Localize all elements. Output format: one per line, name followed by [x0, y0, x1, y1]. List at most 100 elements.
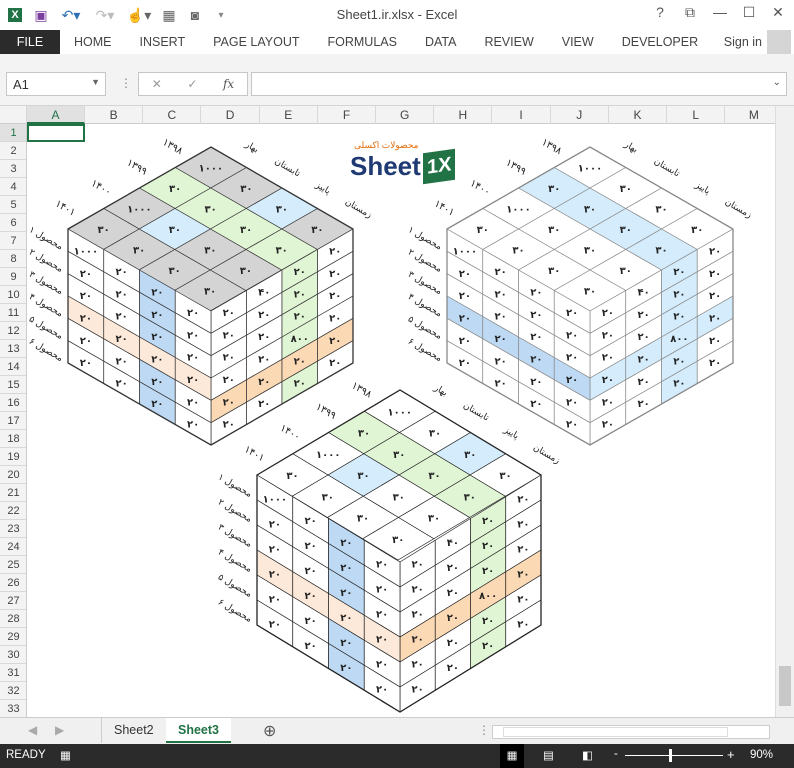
row-header-16[interactable]: 16 [0, 394, 26, 412]
avatar[interactable] [767, 30, 791, 54]
column-header-k[interactable]: K [609, 106, 667, 124]
column-header-g[interactable]: G [376, 106, 435, 124]
cancel-icon[interactable]: ✕ [152, 77, 162, 91]
row-header-4[interactable]: 4 [0, 178, 26, 196]
tab-view[interactable]: VIEW [548, 30, 608, 54]
row-header-1[interactable]: 1 [0, 124, 26, 142]
column-header-h[interactable]: H [434, 106, 493, 124]
row-header-22[interactable]: 22 [0, 502, 26, 520]
vertical-scrollbar[interactable] [775, 106, 794, 717]
select-all-button[interactable] [0, 106, 27, 124]
row-header-23[interactable]: 23 [0, 520, 26, 538]
macro-record-icon[interactable]: ▦ [60, 748, 71, 762]
calculator-icon[interactable]: ▦ [158, 4, 180, 26]
cube2-season-label: بهار [622, 139, 640, 155]
row-header-6[interactable]: 6 [0, 214, 26, 232]
help-button[interactable]: ? [648, 4, 672, 20]
row-header-25[interactable]: 25 [0, 556, 26, 574]
zoom-slider-thumb[interactable] [669, 749, 672, 762]
tab-file[interactable]: FILE [0, 30, 60, 54]
row-header-27[interactable]: 27 [0, 592, 26, 610]
sign-in-link[interactable]: Sign in [724, 35, 762, 49]
customize-toolbar-icon[interactable]: ▾ [210, 4, 232, 26]
row-header-24[interactable]: 24 [0, 538, 26, 556]
row-header-11[interactable]: 11 [0, 304, 26, 322]
tab-home[interactable]: HOME [60, 30, 126, 54]
tab-insert[interactable]: INSERT [126, 30, 200, 54]
row-header-3[interactable]: 3 [0, 160, 26, 178]
row-header-2[interactable]: 2 [0, 142, 26, 160]
chevron-down-icon[interactable]: ▼ [91, 77, 100, 87]
column-header-a[interactable]: A [27, 106, 85, 124]
active-cell[interactable] [27, 124, 85, 142]
column-header-d[interactable]: D [202, 106, 260, 124]
row-header-7[interactable]: 7 [0, 232, 26, 250]
save-icon[interactable]: ▣ [30, 4, 52, 26]
tab-developer[interactable]: DEVELOPER [608, 30, 712, 54]
page-layout-view-icon[interactable]: ▤ [543, 748, 554, 762]
minimize-button[interactable]: — [708, 4, 732, 20]
row-header-32[interactable]: 32 [0, 682, 26, 700]
touch-mode-icon[interactable]: ☝▾ [124, 4, 154, 26]
row-header-21[interactable]: 21 [0, 484, 26, 502]
scroll-left-icon[interactable]: ◀ [28, 723, 37, 737]
column-header-i[interactable]: I [493, 106, 551, 124]
row-header-12[interactable]: 12 [0, 322, 26, 340]
zoom-level[interactable]: 90% [750, 749, 773, 761]
row-header-31[interactable]: 31 [0, 664, 26, 682]
row-header-18[interactable]: 18 [0, 430, 26, 448]
ribbon-display-button[interactable]: ⧉ [678, 4, 702, 21]
column-header-b[interactable]: B [85, 106, 144, 124]
sheet-tab-sheet3[interactable]: Sheet3 [166, 718, 231, 743]
row-header-19[interactable]: 19 [0, 448, 26, 466]
undo-icon[interactable]: ↶▾ [56, 4, 86, 26]
zoom-in-button[interactable]: + [727, 747, 735, 762]
maximize-button[interactable]: ☐ [737, 4, 761, 21]
tab-formulas[interactable]: FORMULAS [314, 30, 411, 54]
row-header-13[interactable]: 13 [0, 340, 26, 358]
column-header-l[interactable]: L [667, 106, 726, 124]
vertical-scroll-thumb[interactable] [779, 666, 791, 706]
row-header-15[interactable]: 15 [0, 376, 26, 394]
row-header-33[interactable]: 33 [0, 700, 26, 717]
row-header-9[interactable]: 9 [0, 268, 26, 286]
tab-page-layout[interactable]: PAGE LAYOUT [199, 30, 313, 54]
horizontal-scrollbar[interactable] [492, 725, 770, 739]
close-button[interactable]: ✕ [766, 4, 790, 21]
new-sheet-icon[interactable]: ⊕ [263, 721, 276, 741]
enter-icon[interactable]: ✓ [187, 77, 197, 91]
column-header-j[interactable]: J [551, 106, 609, 124]
column-header-f[interactable]: F [318, 106, 376, 124]
column-header-c[interactable]: C [143, 106, 202, 124]
row-header-10[interactable]: 10 [0, 286, 26, 304]
tab-review[interactable]: REVIEW [470, 30, 547, 54]
normal-view-icon[interactable]: ▦ [500, 744, 524, 768]
scroll-right-icon[interactable]: ▶ [55, 723, 64, 737]
expand-formula-icon[interactable]: ⌄ [773, 77, 781, 88]
row-header-20[interactable]: 20 [0, 466, 26, 484]
page-break-view-icon[interactable]: ◧ [582, 748, 593, 762]
camera-icon[interactable]: ◙ [184, 4, 206, 26]
formula-bar[interactable]: ⌄ [251, 72, 787, 96]
redo-icon[interactable]: ↷▾ [90, 4, 120, 26]
horizontal-scroll-thumb[interactable] [503, 727, 728, 737]
row-header-14[interactable]: 14 [0, 358, 26, 376]
splitter-handle[interactable]: ⋮ [478, 723, 490, 737]
cube1-left-value: ۲۰ [187, 397, 199, 408]
column-header-e[interactable]: E [260, 106, 318, 124]
row-header-28[interactable]: 28 [0, 610, 26, 628]
tab-data[interactable]: DATA [411, 30, 470, 54]
row-header-8[interactable]: 8 [0, 250, 26, 268]
row-header-17[interactable]: 17 [0, 412, 26, 430]
row-header-30[interactable]: 30 [0, 646, 26, 664]
worksheet-grid[interactable]: ۱۰۰۰ ۳۰ ۳۰ ۳۰ ۳۰ ۳۰ ۳۰ ۳۰ ۱۰۰۰ ۳۰ ۳۰ ۳۰ ۳۰ ۳۰ ۳۰ ۳۰ ۱۰۰۰… [27, 124, 775, 717]
row-header-26[interactable]: 26 [0, 574, 26, 592]
name-box[interactable]: A1 ▼ [6, 72, 106, 96]
sheet-tab-sheet2[interactable]: Sheet2 [101, 718, 166, 743]
insert-function-button[interactable]: fx [223, 77, 234, 91]
row-header-29[interactable]: 29 [0, 628, 26, 646]
more-options-icon[interactable]: ⋮ [120, 76, 132, 90]
row-header-5[interactable]: 5 [0, 196, 26, 214]
zoom-slider[interactable] [625, 749, 723, 762]
zoom-out-button[interactable]: - [614, 748, 618, 760]
